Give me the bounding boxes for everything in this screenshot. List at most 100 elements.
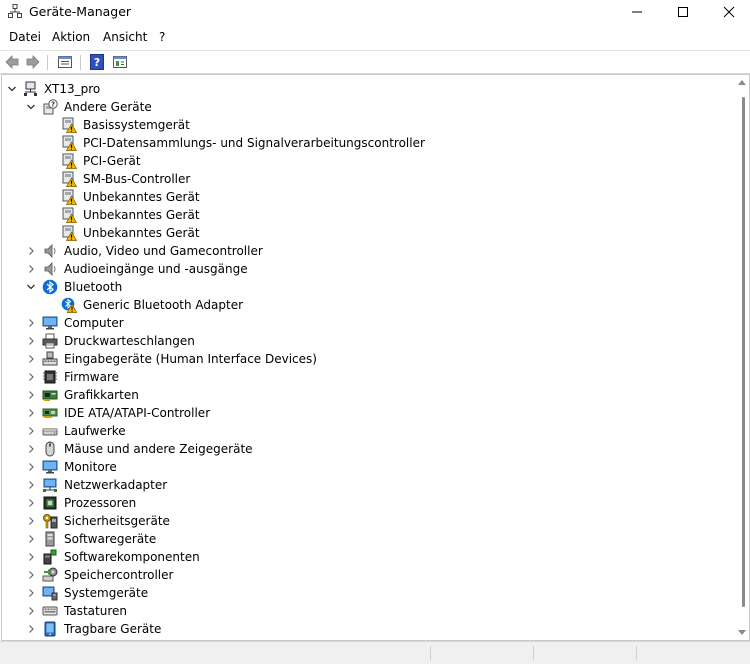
view-icon[interactable] bbox=[112, 54, 128, 70]
menu-help[interactable]: ? bbox=[159, 30, 165, 44]
minimize-icon bbox=[632, 11, 642, 13]
forward-arrow-icon[interactable] bbox=[25, 54, 41, 70]
tree-item-label: Unbekanntes Gerät bbox=[83, 208, 200, 222]
tree-root-label: XT13_pro bbox=[44, 82, 101, 96]
tree-category[interactable]: Mäuse und andere Zeigegeräte bbox=[2, 440, 732, 458]
tree-device[interactable]: PCI-Datensammlungs- und Signalverarbeitu… bbox=[2, 134, 732, 152]
chevron-right-icon[interactable] bbox=[25, 335, 37, 347]
tree-category[interactable]: Tastaturen bbox=[2, 602, 732, 620]
menu-datei[interactable]: Datei bbox=[9, 30, 41, 44]
svg-text:?: ? bbox=[94, 56, 100, 69]
unknown-device-icon: ? bbox=[43, 99, 58, 115]
tree-root[interactable]: XT13_pro bbox=[2, 80, 732, 98]
maximize-icon bbox=[678, 7, 688, 17]
chevron-right-icon[interactable] bbox=[25, 479, 37, 491]
software-device-icon bbox=[45, 531, 55, 547]
tree-item-label: Basissystemgerät bbox=[83, 118, 190, 132]
tree-category[interactable]: Speichercontroller bbox=[2, 566, 732, 584]
properties-icon[interactable] bbox=[57, 54, 73, 70]
tree-item-label: Bluetooth bbox=[64, 280, 123, 294]
vertical-scrollbar[interactable] bbox=[735, 75, 749, 640]
chevron-right-icon[interactable] bbox=[25, 389, 37, 401]
tree-category[interactable]: ? Andere Geräte bbox=[2, 98, 732, 116]
tree-category[interactable]: Tragbare Geräte bbox=[2, 620, 732, 638]
chevron-right-icon[interactable] bbox=[25, 605, 37, 617]
toolbar-separator bbox=[80, 55, 81, 70]
chevron-right-icon[interactable] bbox=[25, 551, 37, 563]
chevron-right-icon[interactable] bbox=[25, 371, 37, 383]
tree-category[interactable]: Eingabegeräte (Human Interface Devices) bbox=[2, 350, 732, 368]
tree-item-label: Softwaregeräte bbox=[64, 532, 157, 546]
scroll-thumb[interactable] bbox=[742, 97, 745, 607]
warning-device-icon bbox=[62, 207, 77, 223]
tree-device[interactable]: Unbekanntes Gerät bbox=[2, 188, 732, 206]
chevron-right-icon[interactable] bbox=[25, 317, 37, 329]
tree-category[interactable]: Firmware bbox=[2, 368, 732, 386]
status-segment bbox=[533, 646, 534, 660]
maximize-button[interactable] bbox=[660, 0, 706, 24]
software-component-icon bbox=[43, 549, 57, 565]
tree-category[interactable]: IDE ATA/ATAPI-Controller bbox=[2, 404, 732, 422]
chevron-right-icon[interactable] bbox=[25, 353, 37, 365]
tree-category[interactable]: Bluetooth bbox=[2, 278, 732, 296]
bluetooth-warning-icon bbox=[61, 297, 77, 313]
chevron-right-icon[interactable] bbox=[25, 569, 37, 581]
chevron-right-icon[interactable] bbox=[25, 263, 37, 275]
tree-category[interactable]: Systemgeräte bbox=[2, 584, 732, 602]
chevron-right-icon[interactable] bbox=[25, 623, 37, 635]
tree-category[interactable]: Softwaregeräte bbox=[2, 530, 732, 548]
scroll-down-icon[interactable] bbox=[738, 630, 746, 636]
tree-device[interactable]: Unbekanntes Gerät bbox=[2, 206, 732, 224]
tree-category[interactable]: Sicherheitsgeräte bbox=[2, 512, 732, 530]
chevron-right-icon[interactable] bbox=[25, 245, 37, 257]
tree-category[interactable]: Druckwarteschlangen bbox=[2, 332, 732, 350]
minimize-button[interactable] bbox=[614, 0, 660, 24]
warning-device-icon bbox=[62, 189, 77, 205]
chevron-right-icon[interactable] bbox=[25, 425, 37, 437]
tree-category[interactable]: Computer bbox=[2, 314, 732, 332]
chevron-down-icon[interactable] bbox=[25, 281, 37, 293]
device-tree[interactable]: XT13_pro ? Andere Geräte Basissystemgerät P… bbox=[1, 74, 750, 641]
tree-category[interactable]: Audio, Video und Gamecontroller bbox=[2, 242, 732, 260]
chevron-right-icon[interactable] bbox=[25, 533, 37, 545]
tree-item-label: Unbekanntes Gerät bbox=[83, 190, 200, 204]
tree-item-label: Unbekanntes Gerät bbox=[83, 226, 200, 240]
tree-category[interactable]: Prozessoren bbox=[2, 494, 732, 512]
close-button[interactable] bbox=[706, 0, 750, 24]
chevron-right-icon[interactable] bbox=[25, 443, 37, 455]
tree-category[interactable]: Laufwerke bbox=[2, 422, 732, 440]
help-icon[interactable]: ? bbox=[89, 54, 105, 70]
chevron-down-icon[interactable] bbox=[25, 101, 37, 113]
chevron-down-icon[interactable] bbox=[6, 83, 18, 95]
menu-ansicht[interactable]: Ansicht bbox=[103, 30, 147, 44]
warning-device-icon bbox=[62, 117, 77, 133]
tree-category[interactable]: Grafikkarten bbox=[2, 386, 732, 404]
tree-device[interactable]: SM-Bus-Controller bbox=[2, 170, 732, 188]
chevron-right-icon[interactable] bbox=[25, 587, 37, 599]
processor-icon bbox=[43, 496, 57, 510]
tree-category[interactable]: Monitore bbox=[2, 458, 732, 476]
chevron-right-icon[interactable] bbox=[25, 407, 37, 419]
warning-device-icon bbox=[62, 225, 77, 241]
chip-icon bbox=[43, 370, 57, 384]
chevron-right-icon[interactable] bbox=[25, 497, 37, 509]
tree-item-label: Laufwerke bbox=[64, 424, 126, 438]
tree-category[interactable]: Netzwerkadapter bbox=[2, 476, 732, 494]
menu-aktion[interactable]: Aktion bbox=[52, 30, 90, 44]
tree-device[interactable]: Generic Bluetooth Adapter bbox=[2, 296, 732, 314]
tree-item-label: Firmware bbox=[64, 370, 119, 384]
svg-text:?: ? bbox=[51, 101, 55, 109]
back-arrow-icon[interactable] bbox=[4, 54, 20, 70]
chevron-right-icon[interactable] bbox=[25, 515, 37, 527]
chevron-right-icon[interactable] bbox=[25, 461, 37, 473]
disk-drive-icon bbox=[42, 428, 58, 436]
tree-category[interactable]: Audioeingänge und -ausgänge bbox=[2, 260, 732, 278]
scroll-up-icon[interactable] bbox=[738, 79, 746, 85]
tree-category[interactable]: Softwarekomponenten bbox=[2, 548, 732, 566]
tree-device[interactable]: Unbekanntes Gerät bbox=[2, 224, 732, 242]
computer-tree-icon bbox=[24, 81, 37, 96]
tree-item-label: SM-Bus-Controller bbox=[83, 172, 191, 186]
speaker-icon bbox=[44, 244, 56, 258]
tree-device[interactable]: Basissystemgerät bbox=[2, 116, 732, 134]
tree-device[interactable]: PCI-Gerät bbox=[2, 152, 732, 170]
